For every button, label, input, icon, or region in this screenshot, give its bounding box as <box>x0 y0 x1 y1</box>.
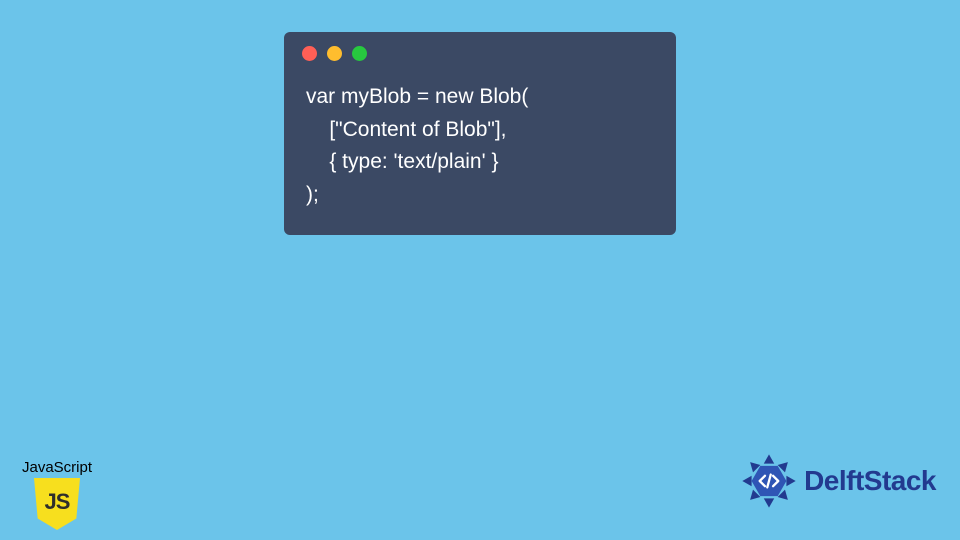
code-line: ["Content of Blob"], <box>306 118 507 141</box>
javascript-badge: JavaScript JS <box>12 459 102 530</box>
delftstack-logo-icon <box>740 452 798 510</box>
code-line: ); <box>306 183 319 206</box>
javascript-shield-text: JS <box>45 489 70 515</box>
code-body: var myBlob = new Blob( ["Content of Blob… <box>284 69 676 215</box>
delftstack-brand: DelftStack <box>740 452 936 510</box>
code-window: var myBlob = new Blob( ["Content of Blob… <box>284 32 676 235</box>
window-zoom-dot <box>352 46 367 61</box>
delftstack-text: DelftStack <box>804 465 936 497</box>
window-titlebar <box>284 32 676 69</box>
javascript-label: JavaScript <box>12 459 102 476</box>
code-line: { type: 'text/plain' } <box>306 150 498 173</box>
window-minimize-dot <box>327 46 342 61</box>
code-line: var myBlob = new Blob( <box>306 85 528 108</box>
javascript-shield-icon: JS <box>34 478 80 530</box>
window-close-dot <box>302 46 317 61</box>
